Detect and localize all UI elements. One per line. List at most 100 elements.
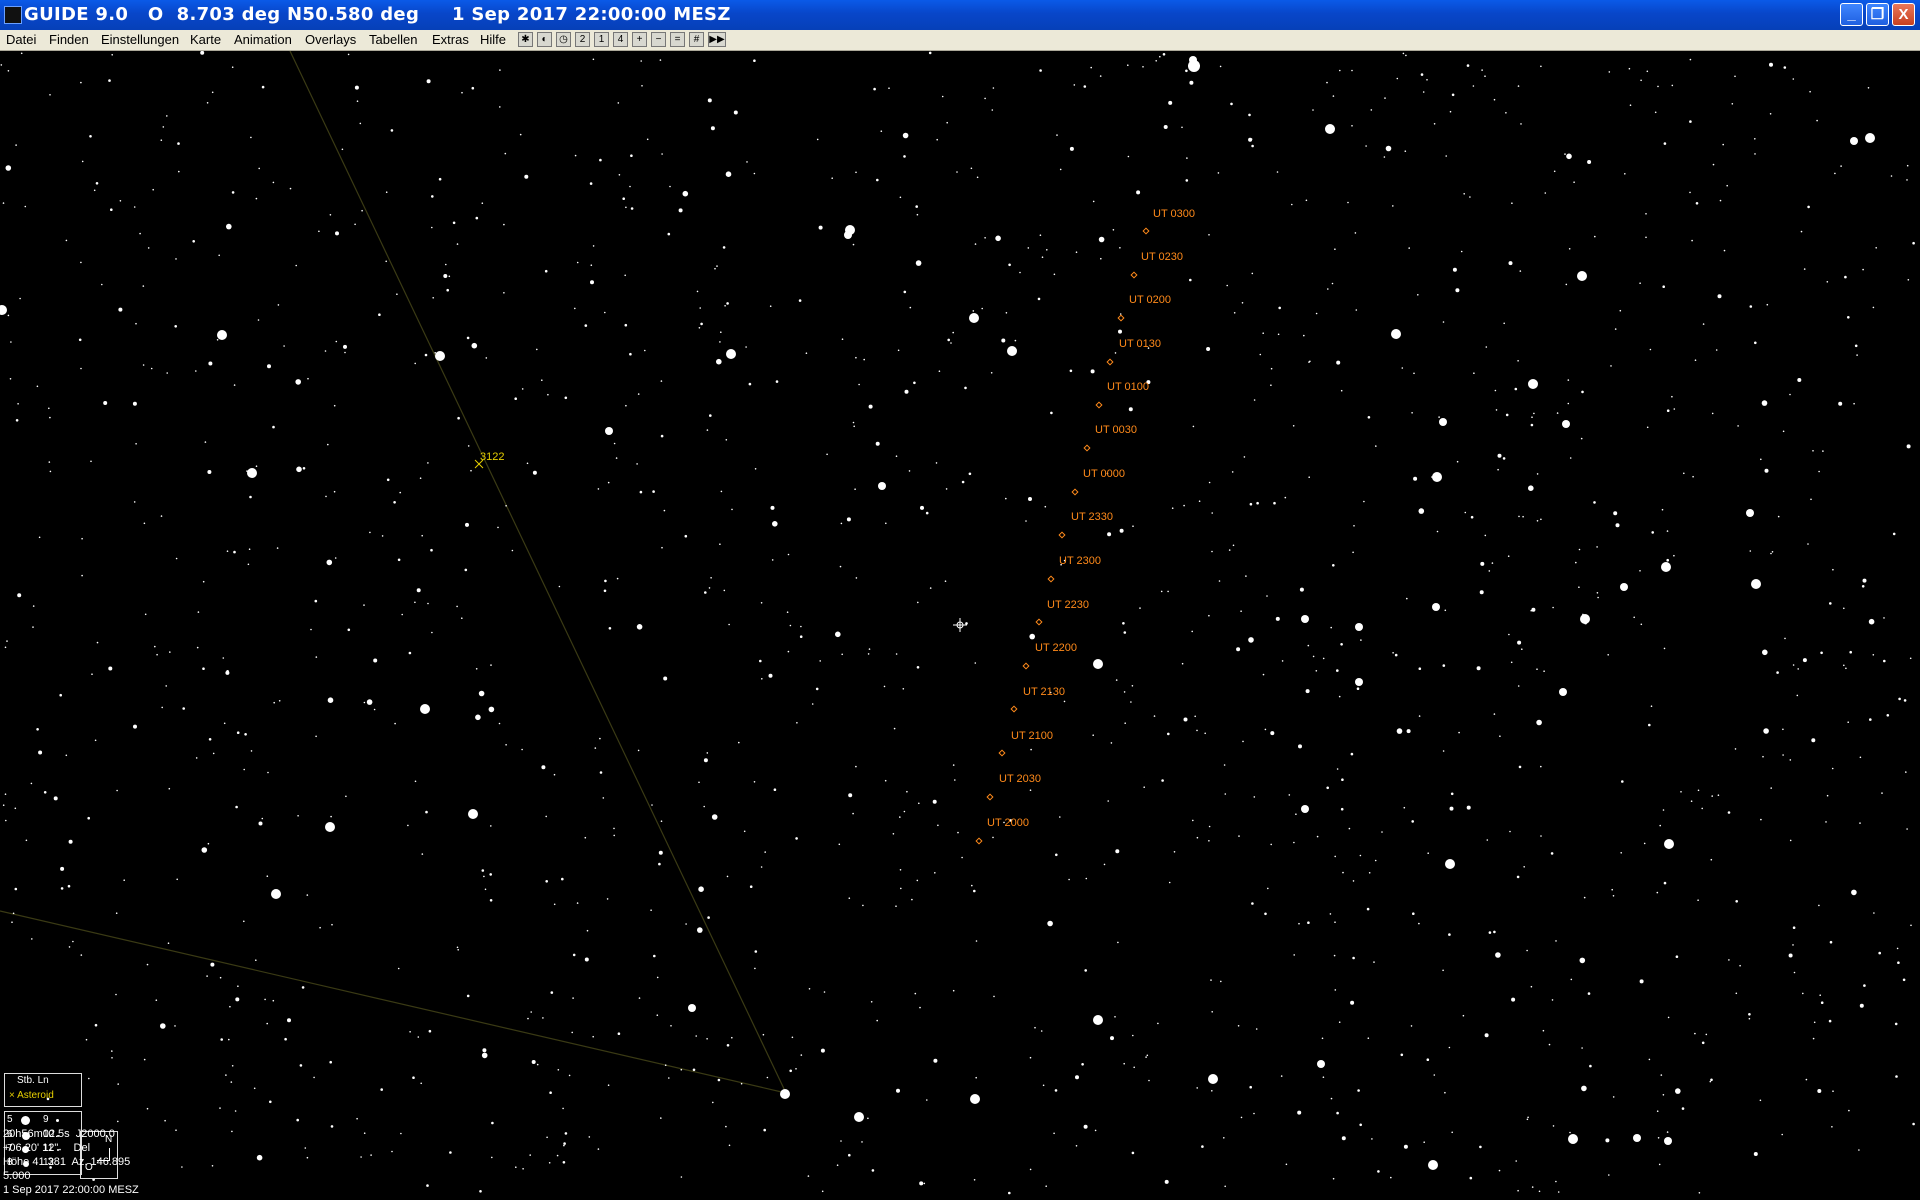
star[interactable] bbox=[973, 1179, 976, 1181]
star[interactable] bbox=[1444, 1091, 1446, 1094]
star[interactable] bbox=[1329, 913, 1332, 915]
star[interactable] bbox=[1648, 1058, 1651, 1061]
star[interactable] bbox=[246, 470, 248, 472]
star[interactable] bbox=[452, 221, 456, 225]
star[interactable] bbox=[1297, 1110, 1302, 1115]
star[interactable] bbox=[1909, 657, 1912, 660]
star[interactable] bbox=[692, 1068, 696, 1072]
star[interactable] bbox=[1173, 851, 1176, 853]
star[interactable] bbox=[1661, 508, 1664, 511]
star[interactable] bbox=[344, 351, 346, 354]
star[interactable] bbox=[521, 388, 524, 390]
star[interactable] bbox=[1583, 896, 1586, 899]
star[interactable] bbox=[30, 782, 33, 785]
star[interactable] bbox=[78, 338, 82, 342]
star[interactable] bbox=[271, 889, 281, 899]
star[interactable] bbox=[1055, 853, 1058, 857]
star[interactable] bbox=[1270, 843, 1272, 846]
star[interactable] bbox=[964, 386, 967, 390]
star[interactable] bbox=[1711, 412, 1714, 415]
star[interactable] bbox=[258, 167, 261, 170]
star[interactable] bbox=[1418, 922, 1420, 925]
star[interactable] bbox=[1851, 889, 1857, 896]
star[interactable] bbox=[1805, 1078, 1808, 1081]
star[interactable] bbox=[1047, 920, 1053, 927]
star[interactable] bbox=[1734, 75, 1736, 78]
star[interactable] bbox=[1355, 678, 1363, 686]
star[interactable] bbox=[1075, 1075, 1079, 1080]
star[interactable] bbox=[606, 898, 609, 900]
star[interactable] bbox=[974, 243, 977, 245]
star[interactable] bbox=[1639, 979, 1644, 984]
star[interactable] bbox=[1543, 670, 1545, 672]
star[interactable] bbox=[448, 275, 451, 278]
star[interactable] bbox=[1112, 229, 1115, 231]
star[interactable] bbox=[556, 1154, 559, 1157]
star[interactable] bbox=[479, 1190, 482, 1193]
star[interactable] bbox=[1301, 615, 1309, 623]
star[interactable] bbox=[839, 565, 842, 568]
star[interactable] bbox=[1728, 959, 1730, 961]
star[interactable] bbox=[935, 462, 938, 464]
star[interactable] bbox=[181, 1166, 183, 1168]
star[interactable] bbox=[397, 558, 401, 562]
star[interactable] bbox=[313, 1076, 315, 1079]
star[interactable] bbox=[1019, 271, 1021, 274]
star[interactable] bbox=[1878, 951, 1881, 955]
star[interactable] bbox=[1912, 241, 1915, 245]
star[interactable] bbox=[1327, 288, 1329, 290]
star[interactable] bbox=[815, 687, 819, 691]
star[interactable] bbox=[1797, 378, 1802, 382]
star[interactable] bbox=[1139, 607, 1141, 609]
star[interactable] bbox=[36, 728, 39, 731]
star[interactable] bbox=[903, 155, 906, 158]
star[interactable] bbox=[1896, 947, 1899, 950]
star[interactable] bbox=[599, 158, 602, 162]
star[interactable] bbox=[706, 429, 709, 431]
star[interactable] bbox=[1540, 65, 1542, 68]
star[interactable] bbox=[1511, 202, 1513, 204]
star[interactable] bbox=[1508, 261, 1513, 266]
star[interactable] bbox=[1488, 570, 1491, 572]
star[interactable] bbox=[17, 593, 22, 598]
star[interactable] bbox=[1594, 235, 1596, 238]
star[interactable] bbox=[733, 110, 738, 115]
star[interactable] bbox=[903, 810, 906, 813]
star[interactable] bbox=[853, 425, 855, 428]
star[interactable] bbox=[1769, 62, 1773, 67]
star[interactable] bbox=[1681, 1107, 1685, 1110]
star[interactable] bbox=[1224, 1185, 1226, 1188]
star[interactable] bbox=[1784, 637, 1786, 640]
star[interactable] bbox=[289, 187, 292, 190]
star[interactable] bbox=[530, 1011, 532, 1013]
star[interactable] bbox=[1223, 764, 1226, 766]
zoom-2-icon[interactable]: 2 bbox=[575, 32, 590, 47]
star[interactable] bbox=[412, 1076, 415, 1079]
star[interactable] bbox=[629, 352, 632, 356]
star[interactable] bbox=[748, 382, 752, 386]
star[interactable] bbox=[60, 866, 65, 871]
star[interactable] bbox=[1186, 157, 1188, 159]
star[interactable] bbox=[1334, 921, 1336, 923]
star[interactable] bbox=[1683, 472, 1685, 475]
star[interactable] bbox=[622, 197, 625, 200]
star[interactable] bbox=[11, 921, 13, 923]
star[interactable] bbox=[48, 461, 51, 463]
star[interactable] bbox=[1162, 53, 1166, 56]
star[interactable] bbox=[200, 51, 205, 55]
star[interactable] bbox=[607, 1084, 610, 1086]
star[interactable] bbox=[449, 1151, 452, 1154]
star[interactable] bbox=[1442, 750, 1445, 752]
star[interactable] bbox=[644, 349, 646, 352]
star[interactable] bbox=[1045, 1185, 1047, 1187]
star[interactable] bbox=[1466, 805, 1471, 810]
star[interactable] bbox=[1189, 278, 1192, 282]
star[interactable] bbox=[1536, 668, 1538, 670]
star[interactable] bbox=[1912, 1122, 1915, 1126]
star[interactable] bbox=[1248, 637, 1254, 643]
star[interactable] bbox=[1567, 379, 1570, 381]
star[interactable] bbox=[707, 98, 712, 103]
star[interactable] bbox=[1800, 230, 1803, 233]
star[interactable] bbox=[363, 604, 365, 606]
star[interactable] bbox=[7, 70, 10, 72]
